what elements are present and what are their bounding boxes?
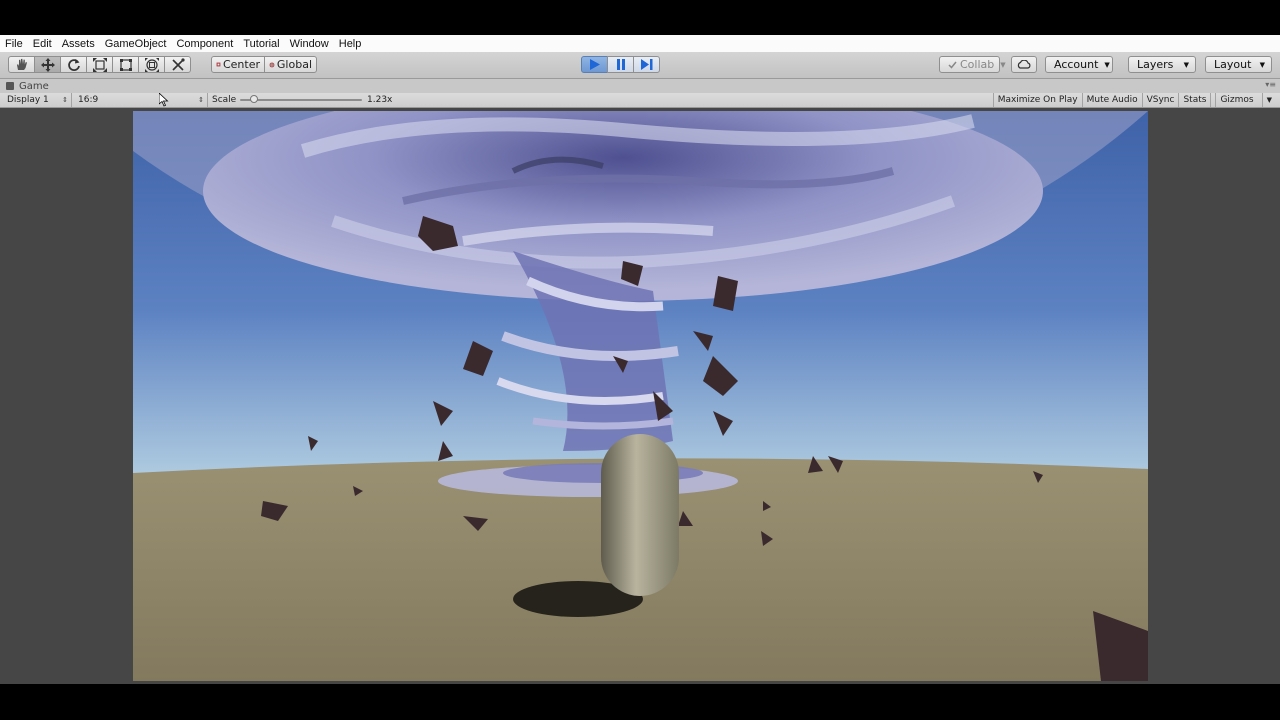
scale-slider-track[interactable] (240, 99, 362, 101)
cloud-button[interactable] (1011, 56, 1037, 73)
scale-slider-thumb[interactable] (250, 95, 258, 103)
tab-game-label: Game (19, 80, 49, 92)
menu-gameobject[interactable]: GameObject (100, 38, 172, 50)
chevron-down-icon: ▼ (1259, 60, 1265, 69)
custom-tool-button[interactable] (164, 56, 191, 73)
layers-label: Layers (1137, 58, 1174, 71)
play-icon (590, 59, 600, 70)
transform-tool-button[interactable] (138, 56, 165, 73)
tab-game[interactable]: Game (2, 79, 55, 93)
collab-label: Collab (960, 58, 995, 71)
maximize-on-play-toggle[interactable]: Maximize On Play (992, 93, 1082, 107)
custom-tool-icon (171, 57, 185, 71)
vsync-toggle[interactable]: VSync (1141, 93, 1179, 107)
mouse-cursor-icon (159, 93, 169, 107)
menu-help[interactable]: Help (334, 38, 367, 50)
stats-toggle[interactable]: Stats (1178, 93, 1210, 107)
layout-label: Layout (1214, 58, 1252, 71)
window-menu-icon[interactable]: ▾≡ (1265, 80, 1276, 89)
spinner-arrows-icon: ⇕ (62, 96, 68, 104)
rect-icon (119, 58, 132, 71)
menu-tutorial[interactable]: Tutorial (238, 38, 284, 50)
chevron-down-icon: ▼ (1183, 60, 1189, 69)
chevron-down-icon: ▼ (1261, 93, 1276, 107)
step-button[interactable] (633, 56, 660, 73)
hand-icon (16, 58, 27, 70)
menu-file[interactable]: File (0, 38, 28, 50)
menu-bar: File Edit Assets GameObject Component Tu… (0, 35, 1280, 52)
rotate-icon (67, 58, 80, 71)
chevron-down-icon: ▼ (1000, 60, 1006, 69)
game-controller-icon (6, 82, 14, 90)
step-icon (640, 59, 652, 70)
mute-audio-toggle[interactable]: Mute Audio (1081, 93, 1142, 107)
transform-icon (144, 57, 159, 72)
globe-icon (269, 62, 275, 67)
account-dropdown[interactable]: Account ▼ (1045, 56, 1113, 73)
game-viewport[interactable] (0, 108, 1280, 684)
display-select[interactable]: Display 1 ⇕ (0, 93, 72, 107)
letterbox-bottom (0, 684, 1280, 720)
game-scene-render (133, 111, 1148, 681)
pause-icon (616, 59, 625, 70)
hand-tool-button[interactable] (8, 56, 35, 73)
scale-label: Scale (212, 95, 237, 105)
spinner-arrows-icon: ⇕ (198, 96, 204, 104)
pivot-global-button[interactable]: Global (264, 56, 317, 73)
menu-edit[interactable]: Edit (28, 38, 57, 50)
layout-dropdown[interactable]: Layout ▼ (1205, 56, 1272, 73)
layers-dropdown[interactable]: Layers ▼ (1128, 56, 1196, 73)
aspect-select[interactable]: 16:9 ⇕ (72, 93, 208, 107)
pivot-global-label: Global (276, 58, 312, 71)
menu-assets[interactable]: Assets (57, 38, 100, 50)
account-label: Account (1054, 58, 1099, 71)
pivot-center-button[interactable]: Center (211, 56, 265, 73)
cloud-icon (1017, 60, 1031, 69)
menu-component[interactable]: Component (171, 38, 238, 50)
aspect-label: 16:9 (78, 95, 99, 105)
pause-button[interactable] (607, 56, 634, 73)
gizmos-label: Gizmos (1215, 93, 1257, 107)
pivot-center-label: Center (222, 58, 260, 71)
pivot-controls: Center Global (211, 56, 317, 74)
play-controls (581, 56, 660, 74)
check-icon (948, 61, 957, 69)
move-icon (40, 57, 55, 72)
letterbox-top (0, 0, 1280, 35)
gizmos-dropdown[interactable]: Gizmos ▼ (1210, 93, 1280, 107)
display-label: Display 1 (7, 95, 49, 105)
game-tab-bar: Game ▾≡ (0, 79, 1280, 93)
scale-icon (92, 57, 107, 72)
move-tool-button[interactable] (34, 56, 61, 73)
pivot-center-icon (216, 62, 221, 67)
play-button[interactable] (581, 56, 608, 73)
transform-tools (8, 56, 191, 74)
collab-dropdown[interactable]: Collab ▼ (939, 56, 1006, 73)
scale-value: 1.23x (367, 95, 393, 105)
game-view-toolbar: Display 1 ⇕ 16:9 ⇕ Scale 1.23x Maximize … (0, 93, 1280, 108)
main-toolbar: Center Global Collab ▼ Account ▼ Layers … (0, 52, 1280, 79)
game-view-toggles: Maximize On Play Mute Audio VSync Stats … (992, 93, 1280, 107)
scale-tool-button[interactable] (86, 56, 113, 73)
menu-window[interactable]: Window (285, 38, 334, 50)
rotate-tool-button[interactable] (60, 56, 87, 73)
rect-tool-button[interactable] (112, 56, 139, 73)
chevron-down-icon: ▼ (1104, 60, 1110, 69)
